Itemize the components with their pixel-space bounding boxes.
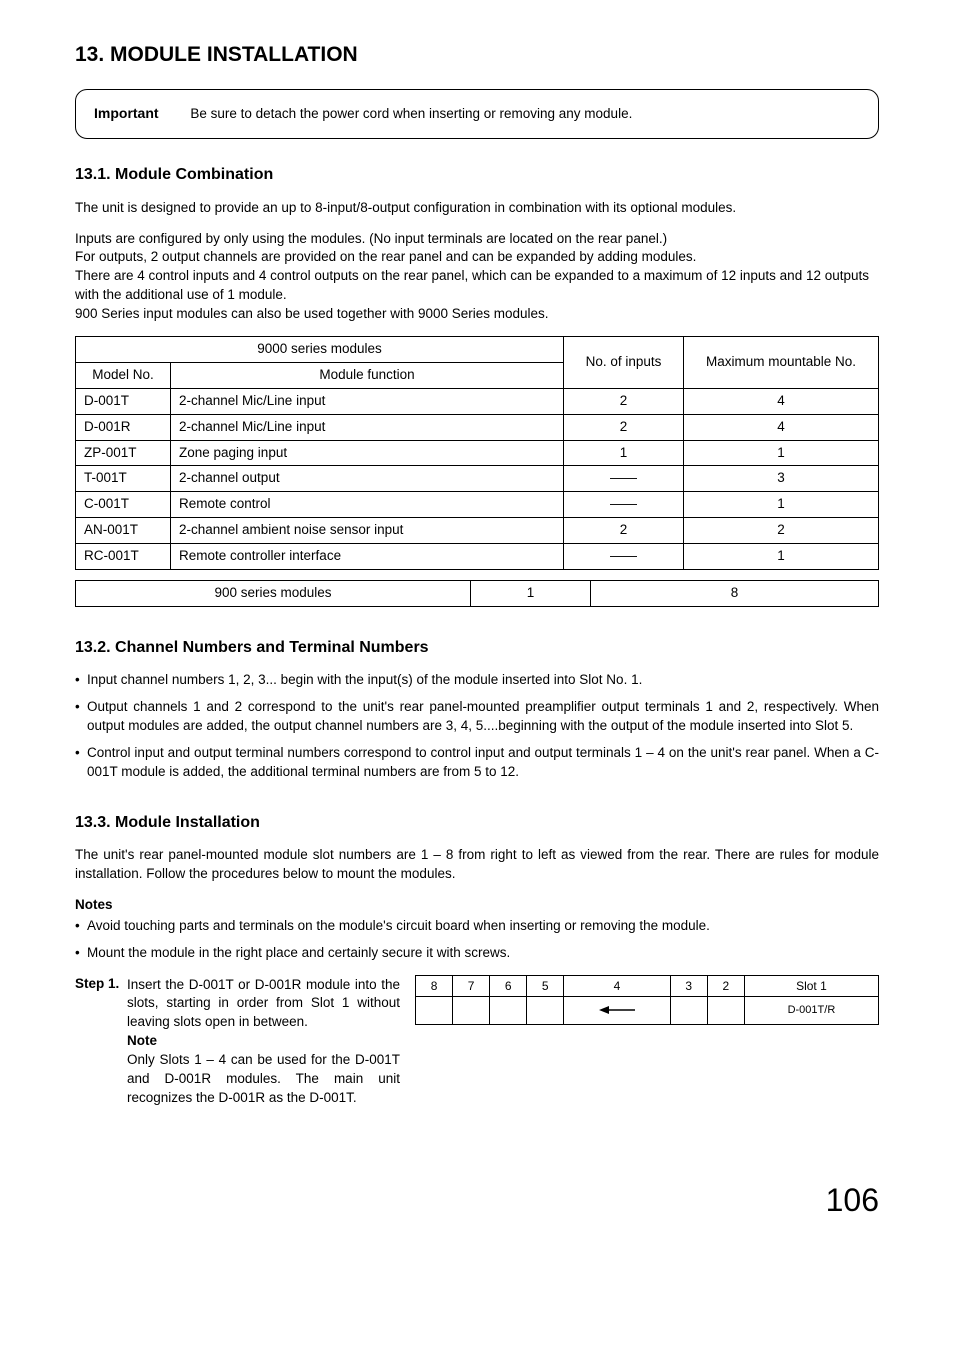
cell-max: 4 [684, 388, 879, 414]
step-label: Step 1. [75, 976, 119, 991]
step-content: Insert the D-001T or D-001R module into … [75, 976, 400, 1108]
cell-model: D-001T [76, 388, 171, 414]
cell-model: ZP-001T [76, 440, 171, 466]
step-body: Insert the D-001T or D-001R module into … [127, 977, 400, 1030]
section-131: 13.1. Module Combination The unit is des… [75, 164, 879, 607]
table-row: D-001T 2-channel Mic/Line input 2 4 [76, 388, 879, 414]
section-132: 13.2. Channel Numbers and Terminal Numbe… [75, 637, 879, 782]
bullet-list: Input channel numbers 1, 2, 3... begin w… [75, 671, 879, 781]
step-note-text: Only Slots 1 – 4 can be used for the D-0… [127, 1052, 400, 1105]
cell-func: Zone paging input [171, 440, 564, 466]
slot-cell-label: D-001T/R [744, 997, 878, 1025]
cell-func: 2-channel output [171, 466, 564, 492]
cell-model: T-001T [76, 466, 171, 492]
body-text: Inputs are configured by only using the … [75, 230, 879, 249]
slot-header: 8 [416, 975, 453, 997]
list-item: Output channels 1 and 2 correspond to th… [75, 698, 879, 736]
col-inputs: No. of inputs [564, 337, 684, 389]
table-row: AN-001T 2-channel ambient noise sensor i… [76, 518, 879, 544]
heading-133: 13.3. Module Installation [75, 812, 879, 834]
table-row: C-001T Remote control —— 1 [76, 492, 879, 518]
body-text: There are 4 control inputs and 4 control… [75, 267, 879, 305]
body-text: The unit is designed to provide an up to… [75, 199, 879, 218]
table-row: RC-001T Remote controller interface —— 1 [76, 544, 879, 570]
slot-cell [490, 997, 527, 1025]
slot-diagram: 8 7 6 5 4 3 2 Slot 1 [415, 975, 879, 1026]
notes-heading: Notes [75, 896, 879, 915]
cell-max: 4 [684, 414, 879, 440]
list-item: Control input and output terminal number… [75, 744, 879, 782]
slot-cell [670, 997, 707, 1025]
slot-cell [453, 997, 490, 1025]
table-header-group: 9000 series modules [76, 337, 564, 363]
important-box: Important Be sure to detach the power co… [75, 89, 879, 139]
cell-inputs: 2 [564, 414, 684, 440]
cell-model: RC-001T [76, 544, 171, 570]
col-func: Module function [171, 362, 564, 388]
cell-max: 1 [684, 440, 879, 466]
cell-max: 2 [684, 518, 879, 544]
cell-model: AN-001T [76, 518, 171, 544]
cell-model: D-001R [76, 414, 171, 440]
slot-header: 3 [670, 975, 707, 997]
important-label: Important [94, 104, 159, 124]
cell-func: 2-channel Mic/Line input [171, 414, 564, 440]
body-text: For outputs, 2 output channels are provi… [75, 248, 879, 267]
important-text: Be sure to detach the power cord when in… [190, 106, 632, 121]
list-item: Input channel numbers 1, 2, 3... begin w… [75, 671, 879, 690]
cell-inputs: 2 [564, 388, 684, 414]
cell-max: 1 [684, 544, 879, 570]
table-row: ZP-001T Zone paging input 1 1 [76, 440, 879, 466]
notes-list: Avoid touching parts and terminals on th… [75, 917, 879, 963]
slot-cell [527, 997, 564, 1025]
cell-func: 2-channel ambient noise sensor input [171, 518, 564, 544]
cell-max: 3 [684, 466, 879, 492]
slot-table: 8 7 6 5 4 3 2 Slot 1 [415, 975, 879, 1026]
cell-func: Remote controller interface [171, 544, 564, 570]
body-text: 900 Series input modules can also be use… [75, 305, 879, 324]
cell-model: C-001T [76, 492, 171, 518]
slot-header: 2 [707, 975, 744, 997]
slot-header: 7 [453, 975, 490, 997]
series-label: 900 series modules [76, 581, 471, 607]
page-title: 13. MODULE INSTALLATION [75, 40, 879, 69]
table-row: D-001R 2-channel Mic/Line input 2 4 [76, 414, 879, 440]
col-model: Model No. [76, 362, 171, 388]
slot-cell [416, 997, 453, 1025]
slot-header: Slot 1 [744, 975, 878, 997]
cell-inputs: —— [564, 492, 684, 518]
cell-inputs: —— [564, 544, 684, 570]
cell-inputs: 1 [564, 440, 684, 466]
cell-func: Remote control [171, 492, 564, 518]
heading-132: 13.2. Channel Numbers and Terminal Numbe… [75, 637, 879, 659]
page-number: 106 [75, 1178, 879, 1223]
col-max: Maximum mountable No. [684, 337, 879, 389]
cell-max: 1 [684, 492, 879, 518]
step-row: Step 1. Insert the D-001T or D-001R modu… [75, 975, 879, 1108]
slot-header: 5 [527, 975, 564, 997]
section-133: 13.3. Module Installation The unit's rea… [75, 812, 879, 1108]
cell-func: 2-channel Mic/Line input [171, 388, 564, 414]
step-text: Step 1. Insert the D-001T or D-001R modu… [75, 975, 400, 1108]
table-row: T-001T 2-channel output —— 3 [76, 466, 879, 492]
slot-header: 4 [564, 975, 670, 997]
modules-table: 9000 series modules No. of inputs Maximu… [75, 336, 879, 570]
slot-cell-arrow [564, 997, 670, 1025]
cell-inputs: —— [564, 466, 684, 492]
left-arrow-icon [599, 1005, 635, 1015]
slot-cell [707, 997, 744, 1025]
heading-131: 13.1. Module Combination [75, 164, 879, 186]
list-item: Mount the module in the right place and … [75, 944, 879, 963]
step-note-label: Note [127, 1033, 157, 1048]
list-item: Avoid touching parts and terminals on th… [75, 917, 879, 936]
series-inputs: 1 [471, 581, 591, 607]
cell-inputs: 2 [564, 518, 684, 544]
series-max: 8 [591, 581, 879, 607]
series-table: 900 series modules 1 8 [75, 580, 879, 607]
slot-header: 6 [490, 975, 527, 997]
body-text: The unit's rear panel-mounted module slo… [75, 846, 879, 884]
